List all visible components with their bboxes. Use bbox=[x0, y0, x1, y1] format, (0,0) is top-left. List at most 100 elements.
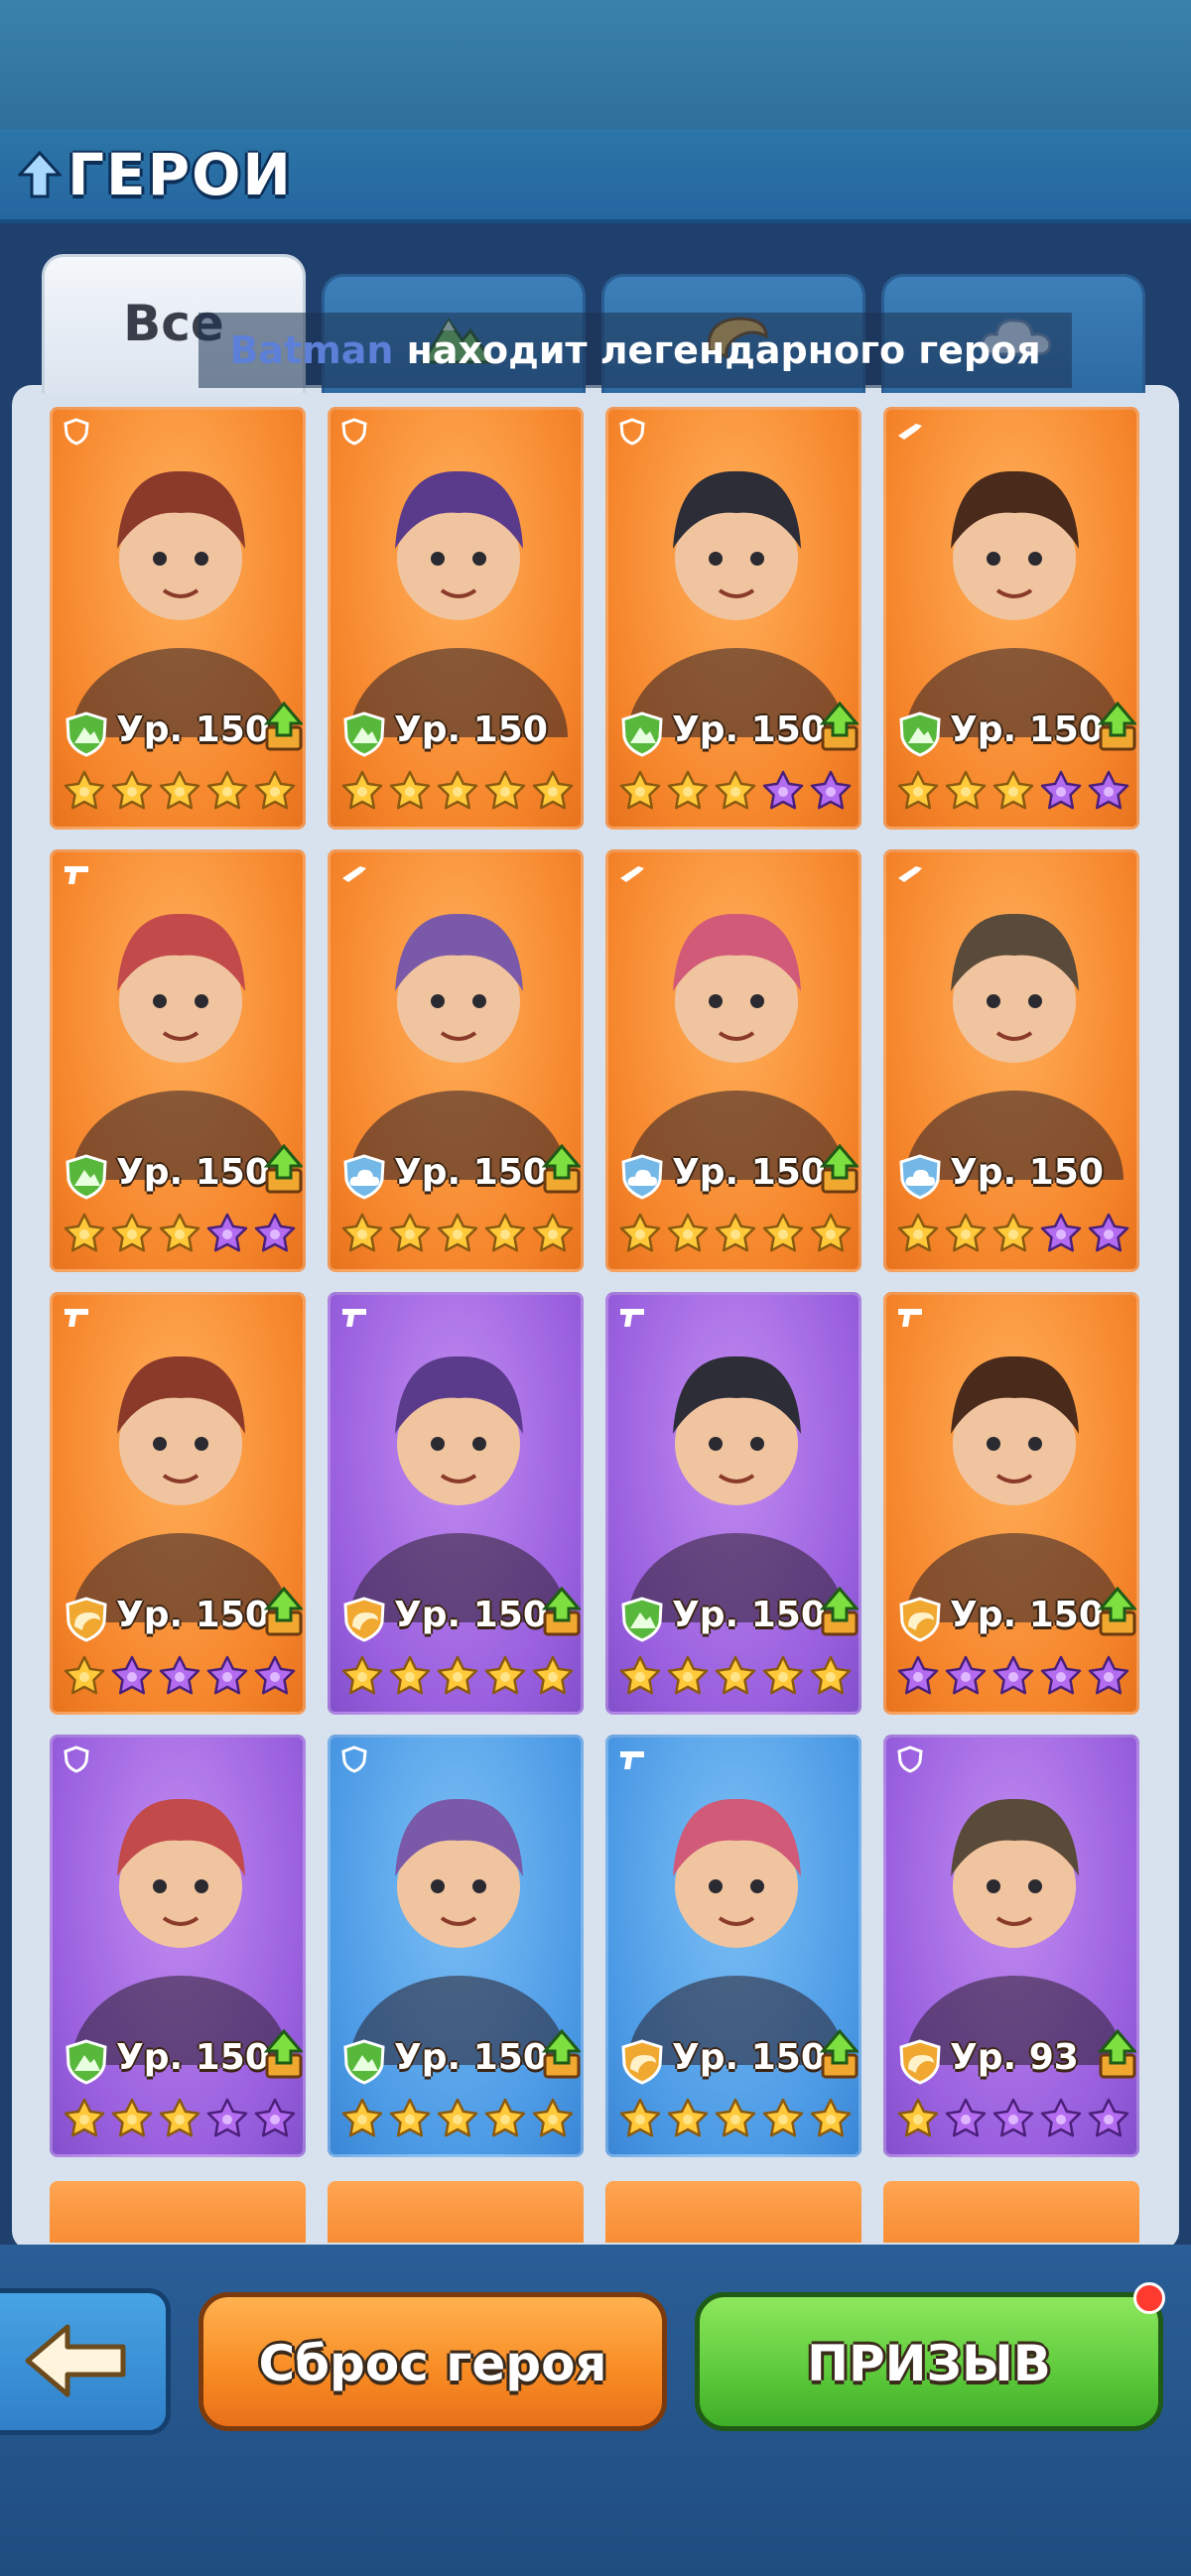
mountain-class-icon bbox=[899, 711, 941, 757]
hero-portrait bbox=[905, 1798, 1124, 2065]
hero-level: Ур. 150 bbox=[672, 2037, 826, 2078]
hero-card-partial[interactable] bbox=[50, 2181, 306, 2243]
level-row: Ур. 150 bbox=[898, 1587, 1136, 1644]
rifle-role-icon bbox=[620, 866, 644, 882]
level-row: Ур. 150 bbox=[65, 1144, 303, 1202]
gold-star-icon bbox=[111, 2098, 153, 2137]
announcement-banner: Batman находит легендарного героя bbox=[198, 313, 1072, 388]
hero-card[interactable]: Ур. 150 bbox=[50, 849, 306, 1272]
pistol-role-icon bbox=[342, 1309, 366, 1327]
hero-card[interactable]: Ур. 150 bbox=[328, 1735, 584, 2157]
level-row: Ур. 150 bbox=[65, 1587, 303, 1644]
hero-card[interactable]: Ур. 150 bbox=[328, 407, 584, 830]
hero-card[interactable]: Ур. 150 bbox=[605, 407, 861, 830]
gold-star-icon bbox=[667, 2098, 709, 2137]
gold-star-icon bbox=[762, 1655, 804, 1695]
hero-card-partial[interactable] bbox=[883, 2181, 1139, 2243]
hero-card-partial[interactable] bbox=[328, 2181, 584, 2243]
purple-star-icon bbox=[1088, 1655, 1129, 1695]
purple-star-icon bbox=[1040, 770, 1082, 810]
gold-star-icon bbox=[159, 1213, 200, 1252]
hero-card[interactable]: Ур. 150 bbox=[883, 1292, 1139, 1715]
hero-card[interactable]: Ур. 150 bbox=[605, 849, 861, 1272]
hero-card[interactable]: Ур. 150 bbox=[328, 849, 584, 1272]
hero-portrait bbox=[71, 1798, 290, 2065]
hero-portrait bbox=[905, 1355, 1124, 1622]
purple-star-icon bbox=[992, 2098, 1034, 2137]
rifle-role-icon bbox=[898, 866, 922, 882]
pistol-role-icon bbox=[898, 1309, 922, 1327]
shield-role-icon bbox=[341, 418, 367, 446]
gold-star-icon bbox=[484, 2098, 526, 2137]
summon-button[interactable]: ПРИЗЫВ bbox=[695, 2292, 1163, 2431]
reset-hero-button[interactable]: Сброс героя bbox=[198, 2292, 667, 2431]
upgrade-arrow-icon bbox=[1097, 1587, 1136, 1636]
gold-star-icon bbox=[159, 770, 200, 810]
star-rating bbox=[63, 769, 301, 813]
hero-card[interactable]: Ур. 93 bbox=[883, 1735, 1139, 2157]
hero-card[interactable]: Ур. 150 bbox=[50, 1735, 306, 2157]
hero-card[interactable]: Ур. 150 bbox=[883, 407, 1139, 830]
reset-hero-label: Сброс героя bbox=[258, 2335, 607, 2392]
notification-dot bbox=[1133, 2282, 1165, 2314]
purple-star-icon bbox=[945, 2098, 987, 2137]
purple-star-icon bbox=[206, 1655, 248, 1695]
pistol-role-icon bbox=[620, 1751, 644, 1769]
gold-star-icon bbox=[992, 1213, 1034, 1252]
hero-card[interactable]: Ур. 150 bbox=[883, 849, 1139, 1272]
hero-level: Ур. 150 bbox=[116, 1595, 270, 1635]
hero-card-partial[interactable] bbox=[605, 2181, 861, 2243]
star-rating bbox=[896, 769, 1134, 813]
up-arrow-icon bbox=[18, 151, 62, 198]
gold-star-icon bbox=[619, 1655, 661, 1695]
hero-card[interactable]: Ур. 150 bbox=[605, 1292, 861, 1715]
gold-star-icon bbox=[619, 770, 661, 810]
gold-star-icon bbox=[992, 770, 1034, 810]
star-rating bbox=[896, 1654, 1134, 1698]
gold-star-icon bbox=[389, 770, 431, 810]
gold-star-icon bbox=[64, 2098, 105, 2137]
level-row: Ур. 150 bbox=[620, 2029, 859, 2087]
hero-card[interactable]: Ур. 150 bbox=[50, 407, 306, 830]
hero-card[interactable]: Ур. 150 bbox=[605, 1735, 861, 2157]
gold-star-icon bbox=[111, 1213, 153, 1252]
hero-level: Ур. 150 bbox=[394, 1595, 548, 1635]
hero-card[interactable]: Ур. 150 bbox=[50, 1292, 306, 1715]
purple-star-icon bbox=[254, 1213, 296, 1252]
hero-portrait bbox=[71, 913, 290, 1180]
purple-star-icon bbox=[1040, 1655, 1082, 1695]
gold-star-icon bbox=[945, 770, 987, 810]
mountain-class-icon bbox=[343, 711, 385, 757]
shield-role-icon bbox=[619, 418, 645, 446]
purple-star-icon bbox=[762, 770, 804, 810]
back-button[interactable] bbox=[0, 2288, 171, 2435]
mountain-class-icon bbox=[66, 1154, 107, 1200]
hero-portrait bbox=[71, 470, 290, 737]
hero-level: Ур. 150 bbox=[950, 709, 1104, 750]
upgrade-arrow-icon bbox=[819, 1144, 859, 1194]
hero-portrait bbox=[627, 470, 846, 737]
hero-level: Ур. 150 bbox=[394, 2037, 548, 2078]
hero-portrait bbox=[627, 913, 846, 1180]
gold-star-icon bbox=[762, 2098, 804, 2137]
purple-star-icon bbox=[992, 1655, 1034, 1695]
level-row: Ур. 150 bbox=[620, 1587, 859, 1644]
gold-star-icon bbox=[437, 2098, 478, 2137]
horn-class-icon bbox=[899, 1597, 941, 1642]
purple-star-icon bbox=[206, 2098, 248, 2137]
star-rating bbox=[63, 2097, 301, 2140]
star-rating bbox=[896, 2097, 1134, 2140]
hero-portrait bbox=[71, 1355, 290, 1622]
star-rating bbox=[618, 1654, 857, 1698]
purple-star-icon bbox=[254, 1655, 296, 1695]
gold-star-icon bbox=[437, 770, 478, 810]
purple-star-icon bbox=[810, 770, 852, 810]
level-row: Ур. 150 bbox=[898, 702, 1136, 759]
cloud-class-icon bbox=[899, 1154, 941, 1200]
gold-star-icon bbox=[206, 770, 248, 810]
hero-level: Ур. 150 bbox=[116, 2037, 270, 2078]
hero-level: Ур. 150 bbox=[394, 709, 548, 750]
upgrade-arrow-icon bbox=[263, 1587, 303, 1636]
hero-card[interactable]: Ур. 150 bbox=[328, 1292, 584, 1715]
gold-star-icon bbox=[64, 1655, 105, 1695]
